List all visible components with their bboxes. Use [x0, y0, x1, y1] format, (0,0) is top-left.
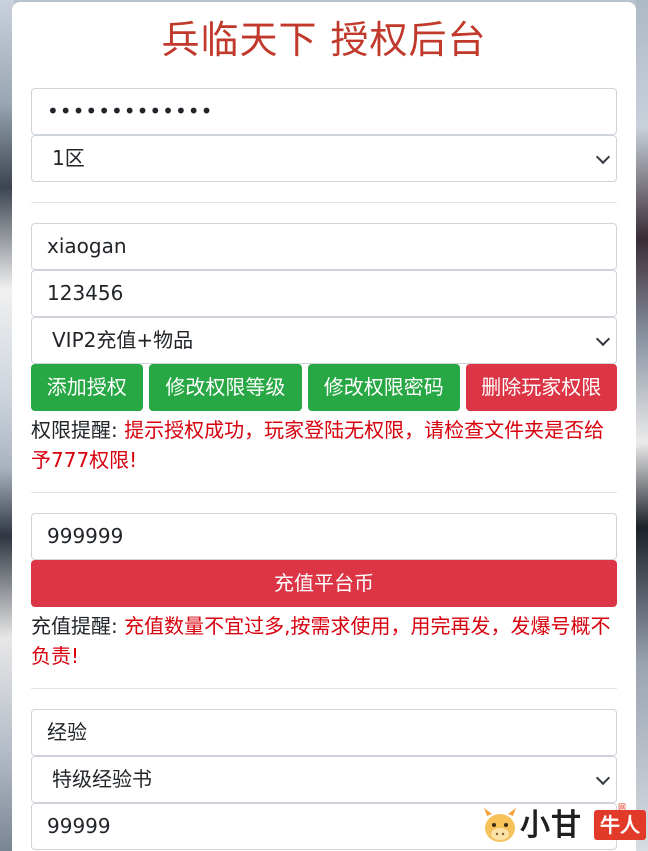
- item-select-value: 特级经验书: [52, 767, 152, 791]
- page-title: 兵临天下 授权后台: [161, 18, 487, 62]
- recharge-notice: 充值提醒: 充值数量不宜过多,按需求使用，用完再发，发爆号概不负责!: [31, 611, 617, 671]
- admin-password-input[interactable]: •••••••••••••: [31, 88, 617, 135]
- chevron-down-icon: [595, 770, 611, 785]
- divider: [31, 688, 617, 689]
- recharge-amount-input[interactable]: 999999: [31, 513, 617, 560]
- recharge-notice-prefix: 充值提醒:: [31, 614, 125, 638]
- modify-level-button[interactable]: 修改权限等级: [148, 364, 303, 411]
- item-type-input[interactable]: 经验: [31, 709, 617, 756]
- chevron-down-icon: [595, 331, 611, 346]
- divider: [31, 492, 617, 493]
- add-authorization-button[interactable]: 添加授权: [31, 364, 143, 411]
- permission-notice: 权限提醒: 提示授权成功，玩家登陆无权限，请检查文件夹是否给予777权限!: [31, 415, 617, 475]
- server-select-value: 1区: [52, 146, 85, 170]
- admin-panel-card: 兵临天下 授权后台 ••••••••••••• 1区 xiaogan 12345…: [12, 2, 636, 851]
- permission-level-select[interactable]: VIP2充值+物品: [31, 317, 617, 364]
- recharge-button[interactable]: 充值平台币: [31, 560, 617, 607]
- player-password-input[interactable]: 123456: [31, 270, 617, 317]
- server-select[interactable]: 1区: [31, 135, 617, 182]
- divider: [31, 202, 617, 203]
- background-right: [636, 0, 648, 851]
- chevron-down-icon: [595, 149, 611, 164]
- item-select[interactable]: 特级经验书: [31, 756, 617, 803]
- permission-notice-prefix: 权限提醒:: [31, 418, 125, 442]
- modify-password-button[interactable]: 修改权限密码: [308, 364, 460, 411]
- action-button-row: 添加授权 修改权限等级 修改权限密码 删除玩家权限: [31, 364, 617, 411]
- player-account-input[interactable]: xiaogan: [31, 223, 617, 270]
- delete-permission-button[interactable]: 删除玩家权限: [465, 364, 617, 411]
- item-quantity-input[interactable]: 99999: [31, 803, 617, 850]
- permission-level-value: VIP2充值+物品: [52, 328, 194, 352]
